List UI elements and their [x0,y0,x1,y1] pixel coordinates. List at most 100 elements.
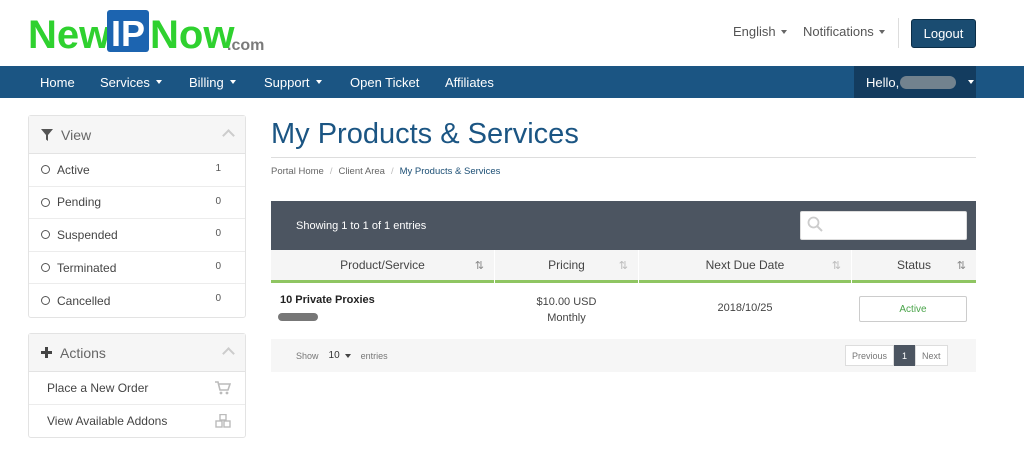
column-label: Pricing [548,258,585,272]
filter-label: Pending [57,195,102,210]
nav-affiliates[interactable]: Affiliates [445,66,494,98]
sort-icon: ⇅ [831,260,841,272]
radio-icon [41,197,50,207]
place-new-order-link[interactable]: Place a New Order [29,372,245,405]
breadcrumb-separator: / [329,166,333,177]
filter-count: 0 [215,228,221,240]
view-panel: View Active 1 Pending 0 Suspended 0 Term… [28,115,246,318]
breadcrumb-portal-home[interactable]: Portal Home [271,166,324,177]
filter-terminated[interactable]: Terminated 0 [29,252,245,285]
notifications-label: Notifications [803,24,874,39]
filter-count: 0 [215,293,221,305]
chevron-down-icon [315,80,322,84]
filter-label: Suspended [57,227,118,242]
filter-count: 0 [215,260,221,272]
filter-label: Terminated [57,260,117,275]
billing-cycle: Monthly [547,312,586,324]
account-menu[interactable]: Hello, [854,66,976,98]
plus-icon [41,347,52,358]
nav-billing-label: Billing [189,74,224,90]
radio-icon [41,263,50,273]
product-name[interactable]: 10 Private Proxies [280,294,375,306]
chevron-down-icon [344,353,351,358]
filter-suspended[interactable]: Suspended 0 [29,219,245,252]
filter-pending[interactable]: Pending 0 [29,187,245,220]
sort-asc-icon: ⇅ [956,260,966,272]
show-label: Show [296,350,319,361]
filter-cancelled[interactable]: Cancelled 0 [29,284,245,317]
notifications-menu[interactable]: Notifications [803,24,885,39]
column-next-due-date[interactable]: Next Due Date ⇅ [639,250,851,283]
column-label: Product/Service [340,258,425,272]
entries-info: Showing 1 to 1 of 1 entries [296,220,427,232]
entries-label: entries [360,350,388,361]
nav-services-label: Services [100,74,150,90]
view-panel-title: View [61,126,92,143]
filter-count: 1 [215,163,221,174]
language-menu[interactable]: English [733,24,787,39]
previous-page-button[interactable]: Previous [845,345,895,366]
breadcrumb-separator: / [390,166,394,177]
action-label: Place a New Order [47,380,149,395]
logo-now-text: Now [150,13,235,56]
nav-affiliates-label: Affiliates [445,74,494,90]
breadcrumb-current: My Products & Services [399,166,501,177]
pricing-cell: $10.00 USD Monthly [495,294,638,326]
nav-open-ticket-label: Open Ticket [350,74,420,90]
status-badge[interactable]: Active [859,296,967,322]
nav-home[interactable]: Home [40,66,75,98]
view-panel-header[interactable]: View [29,116,245,154]
radio-icon [41,165,50,175]
table-search-input[interactable] [800,211,967,240]
filter-active[interactable]: Active 1 [29,154,245,187]
filter-label: Active [57,162,90,177]
filter-icon [41,128,53,141]
radio-icon [41,296,50,306]
pagination: Previous 1 Next [845,345,948,366]
chevron-up-icon[interactable] [222,347,235,360]
page-size-control: Show 10 entries [296,350,388,361]
next-page-button[interactable]: Next [915,345,948,366]
actions-panel-header[interactable]: Actions [29,334,245,372]
nav-open-ticket[interactable]: Open Ticket [350,66,419,98]
filter-label: Cancelled [57,293,111,308]
header-divider [898,18,899,48]
action-label: View Available Addons [47,413,168,428]
page-title: My Products & Services [271,118,579,150]
hello-label: Hello, [866,74,900,90]
nav-home-label: Home [40,74,75,90]
nav-support[interactable]: Support [264,66,322,98]
filter-count: 0 [215,195,221,207]
page-1-button[interactable]: 1 [894,345,916,366]
actions-panel: Actions Place a New Order View Available… [28,333,246,439]
logout-button[interactable]: Logout [911,19,976,48]
column-status[interactable]: Status ⇅ [852,250,976,283]
redacted-domain [278,313,318,321]
sort-icon: ⇅ [618,260,628,272]
view-addons-link[interactable]: View Available Addons [29,405,245,438]
actions-panel-title: Actions [60,344,106,361]
chevron-down-icon [155,80,162,84]
nav-services[interactable]: Services [100,66,162,98]
search-icon [807,216,823,232]
site-logo[interactable]: New IP Now .com [28,8,268,57]
main-nav: Home Services Billing Support Open Ticke… [0,66,1024,98]
column-product-service[interactable]: Product/Service ⇅ [271,250,494,283]
price-amount: $10.00 USD [536,296,597,308]
chevron-down-icon [878,29,885,34]
nav-support-label: Support [264,74,310,90]
chevron-up-icon[interactable] [222,129,235,142]
logo-ip-text: IP [111,13,145,54]
chevron-down-icon [229,80,236,84]
nav-billing[interactable]: Billing [189,66,236,98]
page-size-select[interactable]: 10 [325,350,355,361]
breadcrumb: Portal Home / Client Area / My Products … [271,166,500,177]
breadcrumb-client-area[interactable]: Client Area [338,166,384,177]
sort-asc-icon: ⇅ [474,260,484,272]
column-pricing[interactable]: Pricing ⇅ [495,250,638,283]
cart-icon [215,381,231,395]
redacted-username [900,75,957,89]
title-divider [271,157,976,158]
logo-dotcom-text: .com [227,37,264,54]
next-due-date: 2018/10/25 [717,302,773,314]
